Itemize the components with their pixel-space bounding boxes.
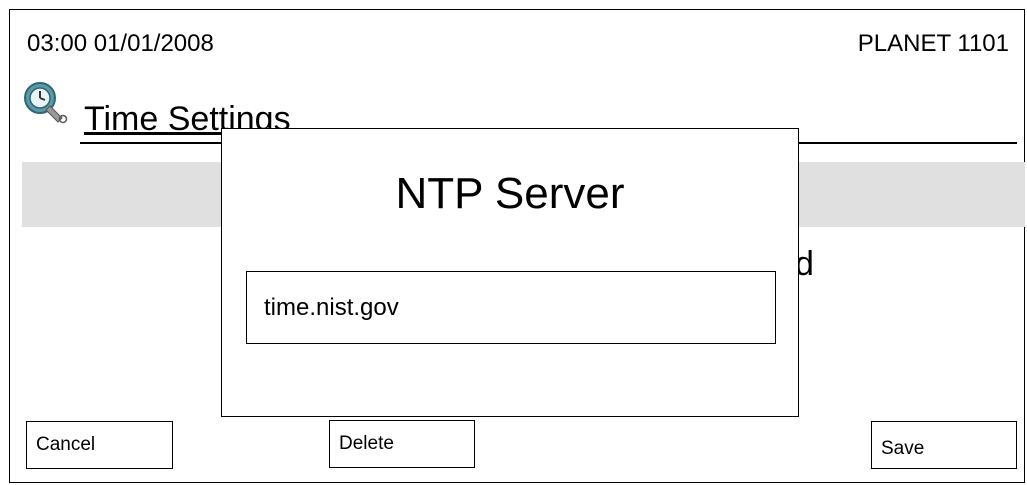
device-name: PLANET 1101 [857, 30, 1009, 57]
clock-wrench-icon [22, 80, 68, 126]
dialog-title: NTP Server [395, 169, 625, 218]
ntp-server-dialog: NTP Server [221, 128, 799, 417]
save-button[interactable]: Save [871, 421, 1017, 469]
status-datetime: 03:00 01/01/2008 [27, 30, 214, 57]
ntp-server-input[interactable] [246, 271, 776, 344]
cancel-button[interactable]: Cancel [26, 421, 173, 469]
delete-button[interactable]: Delete [329, 420, 475, 468]
